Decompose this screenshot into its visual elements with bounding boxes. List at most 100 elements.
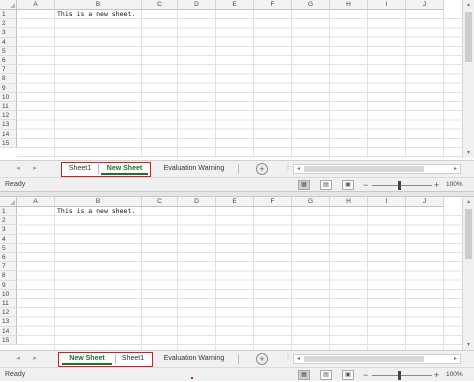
row-header[interactable]: 13 (0, 120, 17, 130)
vertical-scroll-thumb[interactable] (465, 209, 472, 259)
column-header[interactable]: E (216, 0, 254, 10)
scroll-left-icon[interactable]: ◂ (294, 355, 303, 363)
tab-evaluation-warning[interactable]: Evaluation Warning (156, 353, 232, 365)
zoom-in-button[interactable]: + (434, 369, 439, 381)
add-sheet-icon[interactable]: + (256, 163, 268, 175)
column-header[interactable]: A (17, 197, 55, 207)
tab-sheet1[interactable]: Sheet1 (117, 353, 149, 365)
row-header[interactable]: 1 (0, 207, 17, 217)
zoom-out-button[interactable]: − (363, 179, 368, 191)
column-header[interactable]: D (178, 197, 216, 207)
vertical-scroll-thumb[interactable] (465, 12, 472, 62)
cell-area[interactable] (17, 10, 462, 158)
row-header[interactable]: 6 (0, 253, 17, 263)
row-header[interactable]: 12 (0, 111, 17, 121)
scroll-right-icon[interactable]: ▸ (451, 165, 460, 173)
row-header[interactable]: 8 (0, 271, 17, 281)
add-sheet-icon[interactable]: + (256, 353, 268, 365)
row-header[interactable]: 5 (0, 243, 17, 253)
prev-sheet-icon[interactable]: ◂ (13, 164, 23, 174)
row-header[interactable]: 4 (0, 37, 17, 47)
page-break-view-icon[interactable]: ▣ (342, 370, 354, 380)
row-header[interactable]: 8 (0, 74, 17, 84)
zoom-slider[interactable] (372, 185, 432, 186)
cell-b1[interactable]: This is a new sheet. (57, 10, 135, 19)
row-header[interactable]: 10 (0, 289, 17, 299)
column-header[interactable]: C (142, 197, 178, 207)
row-header[interactable]: 4 (0, 234, 17, 244)
scroll-up-icon[interactable]: ▴ (463, 0, 474, 10)
row-header[interactable]: 14 (0, 326, 17, 336)
row-header[interactable]: 12 (0, 308, 17, 318)
scroll-down-icon[interactable]: ▾ (463, 148, 474, 158)
row-header[interactable]: 3 (0, 225, 17, 235)
normal-view-icon[interactable]: ▦ (298, 370, 310, 380)
column-header[interactable]: C (142, 0, 178, 10)
select-all-corner[interactable] (0, 0, 17, 10)
zoom-slider[interactable] (372, 375, 432, 376)
row-header[interactable]: 15 (0, 335, 17, 345)
tab-new-sheet[interactable]: New Sheet (101, 163, 148, 175)
tab-new-sheet[interactable]: New Sheet (62, 353, 112, 365)
horizontal-scrollbar[interactable]: ◂ ▸ (293, 164, 461, 174)
zoom-slider-thumb[interactable] (398, 181, 401, 190)
tab-split-handle-icon[interactable]: ⋮ (283, 353, 293, 363)
next-sheet-icon[interactable]: ▸ (30, 354, 40, 364)
row-header[interactable]: 9 (0, 83, 17, 93)
tab-evaluation-warning[interactable]: Evaluation Warning (156, 163, 232, 175)
column-header[interactable]: I (368, 197, 406, 207)
column-header[interactable]: H (330, 197, 368, 207)
row-header[interactable]: 3 (0, 28, 17, 38)
column-header[interactable]: J (406, 0, 444, 10)
horizontal-scroll-thumb[interactable] (304, 356, 424, 362)
column-header[interactable]: G (292, 197, 330, 207)
next-sheet-icon[interactable]: ▸ (30, 164, 40, 174)
page-layout-view-icon[interactable]: ▤ (320, 180, 332, 190)
row-header[interactable]: 5 (0, 46, 17, 56)
zoom-out-button[interactable]: − (363, 369, 368, 381)
row-header[interactable]: 2 (0, 19, 17, 29)
row-header[interactable]: 15 (0, 138, 17, 148)
vertical-scrollbar[interactable]: ▴ ▾ (462, 0, 474, 158)
scroll-down-icon[interactable]: ▾ (463, 340, 474, 350)
scroll-left-icon[interactable]: ◂ (294, 165, 303, 173)
column-header[interactable]: F (254, 0, 292, 10)
tab-sheet1[interactable]: Sheet1 (64, 163, 96, 175)
row-header[interactable]: 14 (0, 129, 17, 139)
column-header[interactable]: I (368, 0, 406, 10)
prev-sheet-icon[interactable]: ◂ (13, 354, 23, 364)
row-header[interactable]: 7 (0, 65, 17, 75)
horizontal-scrollbar[interactable]: ◂ ▸ (293, 354, 461, 364)
row-header[interactable]: 1 (0, 10, 17, 20)
cell-b1[interactable]: This is a new sheet. (57, 207, 135, 216)
row-header[interactable]: 9 (0, 280, 17, 290)
column-header[interactable]: J (406, 197, 444, 207)
zoom-slider-thumb[interactable] (398, 371, 401, 380)
column-header[interactable]: B (55, 197, 142, 207)
worksheet-grid[interactable]: A B C D E F G H I J 1 2 3 4 5 6 7 8 9 10 11 12 13 14 15 This is a… (0, 197, 462, 350)
row-header[interactable]: 11 (0, 102, 17, 112)
worksheet-grid[interactable]: A B C D E F G H I J 1 2 3 4 5 6 7 8 9 10 11 12 13 14 15 This is a… (0, 0, 462, 158)
tab-split-handle-icon[interactable]: ⋮ (283, 163, 293, 173)
column-header[interactable]: A (17, 0, 55, 10)
row-header[interactable]: 10 (0, 92, 17, 102)
vertical-scrollbar[interactable]: ▴ ▾ (462, 197, 474, 350)
column-header[interactable]: G (292, 0, 330, 10)
page-layout-view-icon[interactable]: ▤ (320, 370, 332, 380)
row-header[interactable]: 6 (0, 56, 17, 66)
column-header[interactable]: D (178, 0, 216, 10)
row-header[interactable]: 13 (0, 317, 17, 327)
column-header[interactable]: F (254, 197, 292, 207)
column-header[interactable]: B (55, 0, 142, 10)
scroll-up-icon[interactable]: ▴ (463, 197, 474, 207)
select-all-corner[interactable] (0, 197, 17, 207)
row-header[interactable]: 11 (0, 299, 17, 309)
column-header[interactable]: H (330, 0, 368, 10)
page-break-view-icon[interactable]: ▣ (342, 180, 354, 190)
zoom-in-button[interactable]: + (434, 179, 439, 191)
column-header[interactable]: E (216, 197, 254, 207)
scroll-right-icon[interactable]: ▸ (451, 355, 460, 363)
normal-view-icon[interactable]: ▦ (298, 180, 310, 190)
cell-area[interactable] (17, 207, 462, 350)
horizontal-scroll-thumb[interactable] (304, 166, 424, 172)
